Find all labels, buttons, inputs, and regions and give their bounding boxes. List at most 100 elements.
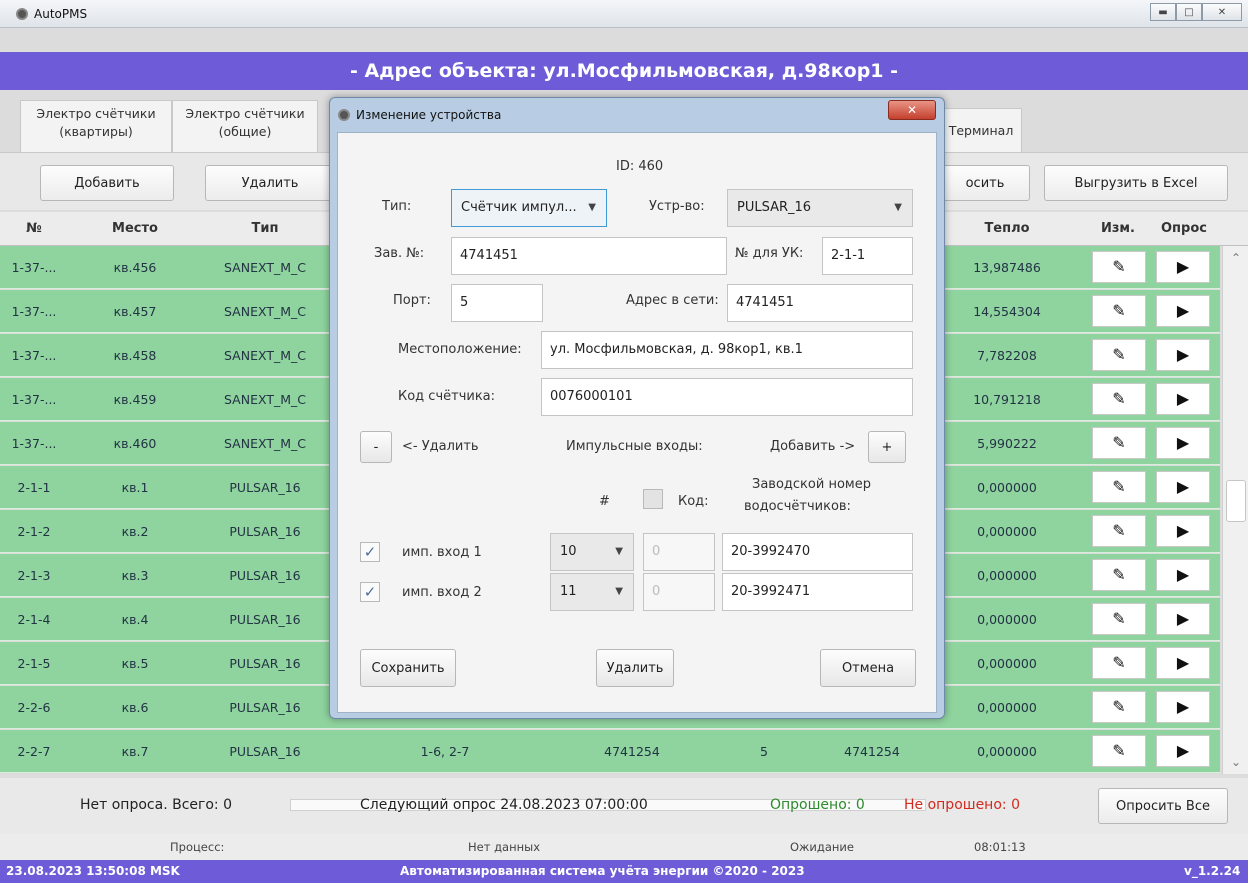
- edit-icon[interactable]: ✎: [1092, 471, 1146, 503]
- play-icon[interactable]: ▶: [1156, 383, 1210, 415]
- uk-input[interactable]: 2-1-1: [822, 237, 913, 275]
- address-header: - Адрес объекта: ул.Мосфильмовская, д.98…: [0, 52, 1248, 90]
- cell-type: SANEXT_M_C: [224, 348, 306, 363]
- type-label: Тип:: [382, 199, 412, 214]
- chevron-down-icon: ▼: [615, 546, 623, 557]
- time-text: 08:01:13: [974, 840, 1026, 854]
- cell-num: 1-37-...: [11, 392, 57, 407]
- edit-icon[interactable]: ✎: [1092, 427, 1146, 459]
- close-icon[interactable]: ✕: [1202, 3, 1242, 21]
- table-scrollbar[interactable]: ⌃ ⌄: [1222, 246, 1248, 774]
- input-2-serial-input[interactable]: 20-3992471: [722, 573, 913, 611]
- location-label: Местоположение:: [398, 342, 522, 357]
- poll-button[interactable]: осить: [940, 165, 1030, 201]
- cell-place: кв.6: [121, 700, 149, 715]
- cell-heat: 0,000000: [977, 612, 1037, 627]
- play-icon[interactable]: ▶: [1156, 735, 1210, 767]
- edit-icon[interactable]: ✎: [1092, 647, 1146, 679]
- play-icon[interactable]: ▶: [1156, 251, 1210, 283]
- scroll-down-icon[interactable]: ⌄: [1223, 752, 1248, 772]
- cell-type: PULSAR_16: [229, 744, 301, 759]
- serial-input[interactable]: 4741451: [451, 237, 727, 275]
- remove-input-button[interactable]: -: [360, 431, 392, 463]
- location-input[interactable]: ул. Мосфильмовская, д. 98кор1, кв.1: [541, 331, 913, 369]
- play-icon[interactable]: ▶: [1156, 559, 1210, 591]
- poll-all-button[interactable]: Опросить Все: [1098, 788, 1228, 824]
- cell-heat: 5,990222: [977, 436, 1037, 451]
- dialog-titlebar: Изменение устройства ✕: [330, 98, 944, 132]
- edit-icon[interactable]: ✎: [1092, 691, 1146, 723]
- tab-terminal[interactable]: Терминал: [940, 108, 1022, 152]
- col-heat: Тепло: [984, 221, 1030, 236]
- add-input-button[interactable]: +: [868, 431, 906, 463]
- cell-num: 2-1-3: [17, 568, 51, 583]
- edit-icon[interactable]: ✎: [1092, 735, 1146, 767]
- play-icon[interactable]: ▶: [1156, 603, 1210, 635]
- cancel-button[interactable]: Отмена: [820, 649, 916, 687]
- edit-icon[interactable]: ✎: [1092, 295, 1146, 327]
- cell-num: 1-37-...: [11, 348, 57, 363]
- tab-electro-apartments[interactable]: Электро счётчики (квартиры): [20, 100, 172, 152]
- cell-heat: 13,987486: [973, 260, 1041, 275]
- scrollbar-thumb[interactable]: [1226, 480, 1246, 522]
- play-icon[interactable]: ▶: [1156, 471, 1210, 503]
- cell-num: 1-37-...: [11, 260, 57, 275]
- save-button[interactable]: Сохранить: [360, 649, 456, 687]
- input-1-checkbox[interactable]: ✓: [360, 542, 380, 562]
- maximize-icon[interactable]: □: [1176, 3, 1202, 21]
- not-polled-count: Не опрошено: 0: [904, 797, 1020, 813]
- cell-place: кв.458: [113, 348, 157, 363]
- cell-type: SANEXT_M_C: [224, 304, 306, 319]
- input-2-checkbox[interactable]: ✓: [360, 582, 380, 602]
- next-poll-text: Следующий опрос 24.08.2023 07:00:00: [360, 797, 648, 813]
- cell-heat: 10,791218: [973, 392, 1041, 407]
- cell-heat: 0,000000: [977, 480, 1037, 495]
- play-icon[interactable]: ▶: [1156, 647, 1210, 679]
- delete-button[interactable]: Удалить: [205, 165, 335, 201]
- port-input[interactable]: 5: [451, 284, 543, 322]
- type-select[interactable]: Счётчик импул... ▼: [451, 189, 607, 227]
- play-icon[interactable]: ▶: [1156, 691, 1210, 723]
- delete-device-button[interactable]: Удалить: [596, 649, 674, 687]
- tab-electro-common[interactable]: Электро счётчики (общие): [172, 100, 318, 152]
- input-2-number-select[interactable]: 11 ▼: [550, 573, 634, 611]
- edit-icon[interactable]: ✎: [1092, 559, 1146, 591]
- net-address-input[interactable]: 4741451: [727, 284, 913, 322]
- edit-device-dialog: Изменение устройства ✕ ID: 460 Тип: Счёт…: [329, 97, 945, 719]
- play-icon[interactable]: ▶: [1156, 295, 1210, 327]
- edit-icon[interactable]: ✎: [1092, 251, 1146, 283]
- play-icon[interactable]: ▶: [1156, 427, 1210, 459]
- serial-label: Зав. №:: [374, 246, 425, 261]
- input-1-number-select[interactable]: 10 ▼: [550, 533, 634, 571]
- dialog-title: Изменение устройства: [356, 108, 502, 122]
- remove-label: <- Удалить: [402, 439, 479, 454]
- cell-heat: 0,000000: [977, 700, 1037, 715]
- edit-icon[interactable]: ✎: [1092, 603, 1146, 635]
- process-bar: Процесс: Нет данных Ожидание 08:01:13: [0, 834, 1248, 860]
- scroll-up-icon[interactable]: ⌃: [1223, 248, 1248, 268]
- cell-place: кв.459: [113, 392, 157, 407]
- cell-num: 2-2-6: [17, 700, 51, 715]
- add-button[interactable]: Добавить: [40, 165, 174, 201]
- waiting-text: Ожидание: [790, 840, 854, 854]
- play-icon[interactable]: ▶: [1156, 339, 1210, 371]
- edit-icon[interactable]: ✎: [1092, 339, 1146, 371]
- edit-icon[interactable]: ✎: [1092, 515, 1146, 547]
- minimize-icon[interactable]: ▬: [1150, 3, 1176, 21]
- cell-type: PULSAR_16: [229, 524, 301, 539]
- device-select[interactable]: PULSAR_16 ▼: [727, 189, 913, 227]
- input-1-serial-input[interactable]: 20-3992470: [722, 533, 913, 571]
- dialog-close-icon[interactable]: ✕: [888, 100, 936, 120]
- meter-code-input[interactable]: 0076000101: [541, 378, 913, 416]
- cell-type: SANEXT_M_C: [224, 260, 306, 275]
- port-label: Порт:: [393, 293, 431, 308]
- add-label: Добавить ->: [770, 439, 856, 454]
- app-icon: [16, 7, 28, 20]
- edit-icon[interactable]: ✎: [1092, 383, 1146, 415]
- cell-num: 1-37-...: [11, 304, 57, 319]
- col-poll: Опрос: [1161, 221, 1207, 236]
- play-icon[interactable]: ▶: [1156, 515, 1210, 547]
- table-row[interactable]: 2-2-7 кв.7 PULSAR_16 1-6, 2-7 4741254 5 …: [0, 730, 1220, 773]
- export-excel-button[interactable]: Выгрузить в Excel: [1044, 165, 1228, 201]
- code-column-checkbox[interactable]: [643, 489, 663, 509]
